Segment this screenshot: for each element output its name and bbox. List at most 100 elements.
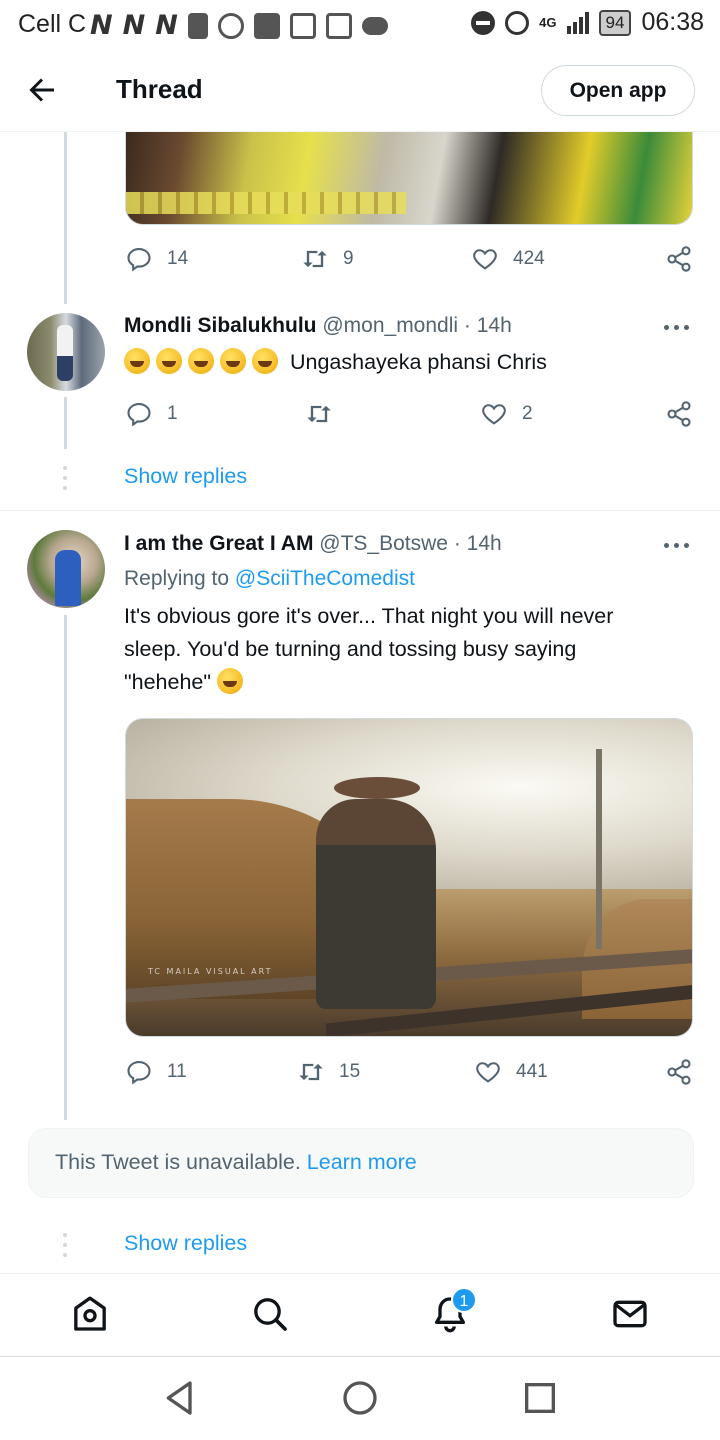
image-watermark: TC MAILA VISUAL ART: [148, 967, 273, 976]
like-button[interactable]: 424: [471, 245, 545, 273]
alarm-icon: [505, 10, 530, 35]
retweet-button[interactable]: 15: [297, 1058, 360, 1086]
tweet-text: Ungashayeka phansi Chris: [124, 346, 694, 379]
rofl-emoji-icon: [156, 348, 182, 374]
share-button[interactable]: [665, 400, 693, 428]
separator: ·: [453, 532, 461, 555]
replying-prefix: Replying to: [124, 567, 230, 590]
tweet-image[interactable]: TC MAILA VISUAL ART: [125, 718, 693, 1037]
heart-icon: [473, 249, 497, 270]
tweet-body: Ungashayeka phansi Chris: [289, 350, 547, 374]
notification-badge: 1: [451, 1287, 477, 1313]
share-button[interactable]: [665, 1058, 693, 1086]
network-type: 4G: [539, 15, 557, 30]
search-icon[interactable]: [250, 1294, 290, 1334]
thread-line: [64, 615, 67, 1120]
retweet-count: 15: [339, 1061, 361, 1082]
learn-more-link[interactable]: Learn more: [307, 1150, 417, 1174]
rofl-emoji-icon: [252, 348, 278, 374]
status-bar: Cell C N N N 4G 94 06:38: [0, 0, 720, 50]
thread-line: [64, 132, 67, 304]
retweet-button[interactable]: [305, 400, 347, 428]
share-button[interactable]: [665, 245, 693, 273]
rofl-emoji-icon: [188, 348, 214, 374]
share-icon: [667, 1059, 691, 1085]
rofl-emoji-icon: [220, 348, 246, 374]
share-icon: [667, 246, 691, 272]
retweet-icon: [299, 1063, 323, 1081]
n-notification-icon: N: [122, 10, 146, 41]
mail-icon[interactable]: [610, 1294, 650, 1334]
sd-card-icon: [187, 12, 208, 39]
home-circle-icon[interactable]: [340, 1378, 380, 1418]
retweet-button[interactable]: 9: [301, 245, 354, 273]
avatar[interactable]: [27, 313, 105, 391]
open-app-button[interactable]: Open app: [541, 65, 695, 116]
like-count: 424: [513, 248, 545, 269]
battery-indicator: 94: [598, 9, 632, 36]
recents-square-icon[interactable]: [520, 1378, 560, 1418]
retweet-icon: [303, 250, 327, 268]
more-options-icon[interactable]: [664, 322, 694, 332]
reply-button[interactable]: 14: [125, 245, 188, 273]
reply-button[interactable]: 1: [125, 400, 178, 428]
page-title: Thread: [116, 74, 203, 104]
like-button[interactable]: 2: [480, 400, 533, 428]
user-handle[interactable]: @mon_mondli: [322, 314, 458, 337]
show-replies-link[interactable]: Show replies: [124, 464, 247, 489]
gallery-icon: [289, 12, 316, 39]
display-name[interactable]: Mondli Sibalukhulu: [124, 314, 317, 337]
like-count: 2: [522, 403, 533, 424]
avatar[interactable]: [27, 530, 105, 608]
unavailable-tweet-notice: This Tweet is unavailable. Learn more: [28, 1128, 694, 1198]
separator: ·: [463, 314, 471, 337]
tweet-header: I am the Great I AM @TS_Botswe · 14h: [124, 532, 502, 556]
n-notification-icon: N: [90, 10, 113, 41]
tear-emoji-icon: [217, 668, 243, 694]
back-triangle-icon[interactable]: [160, 1378, 200, 1418]
timestamp[interactable]: 14h: [477, 314, 512, 337]
status-system-icons: 4G 94 06:38: [471, 8, 704, 37]
heart-icon: [476, 1062, 500, 1083]
cloud-icon: [361, 16, 388, 35]
tweet-image[interactable]: [125, 132, 693, 225]
like-button[interactable]: 441: [474, 1058, 548, 1086]
heart-icon: [482, 404, 506, 425]
reply-icon: [127, 403, 151, 427]
retweet-count: 9: [343, 248, 354, 269]
retweet-icon: [307, 405, 331, 423]
calendar-icon: [325, 12, 352, 39]
like-count: 441: [516, 1061, 548, 1082]
signal-icon: [566, 11, 589, 34]
more-options-icon[interactable]: [664, 540, 694, 550]
divider: [0, 510, 720, 511]
do-not-disturb-icon: [471, 10, 496, 35]
reply-button[interactable]: 11: [125, 1058, 187, 1086]
reply-count: 14: [167, 248, 189, 269]
thread-dots: [63, 1233, 69, 1263]
replying-to-link[interactable]: @SciiTheComedist: [235, 567, 415, 590]
tweet-text: It's obvious gore it's over... That nigh…: [124, 600, 694, 699]
user-handle[interactable]: @TS_Botswe: [319, 532, 448, 555]
n-notification-icon: N: [155, 10, 178, 41]
show-replies-link[interactable]: Show replies: [124, 1231, 247, 1256]
reply-icon: [127, 248, 151, 272]
app-notification-icon: [253, 12, 280, 39]
display-name[interactable]: I am the Great I AM: [124, 532, 313, 555]
timestamp[interactable]: 14h: [467, 532, 502, 555]
tweet-header: Mondli Sibalukhulu @mon_mondli · 14h: [124, 314, 512, 338]
tweet-actions: 14 9 424: [125, 245, 695, 275]
tweet-body-line: "hehehe": [124, 670, 212, 694]
bottom-nav: [0, 1273, 720, 1357]
home-icon[interactable]: [70, 1294, 110, 1334]
top-header: Thread Open app: [0, 50, 720, 132]
unavailable-text: This Tweet is unavailable.: [55, 1150, 301, 1174]
reply-count: 1: [167, 403, 178, 424]
tweet-body-line: sleep. You'd be turning and tossing busy…: [124, 637, 577, 661]
status-notification-icons: N N N: [90, 10, 388, 41]
tweet-actions: 11 15 441: [125, 1058, 695, 1088]
tweet-actions: 1 2: [125, 400, 695, 430]
thread-line: [64, 397, 67, 449]
carrier-label: Cell C: [18, 10, 87, 38]
back-arrow-icon[interactable]: [24, 72, 60, 108]
